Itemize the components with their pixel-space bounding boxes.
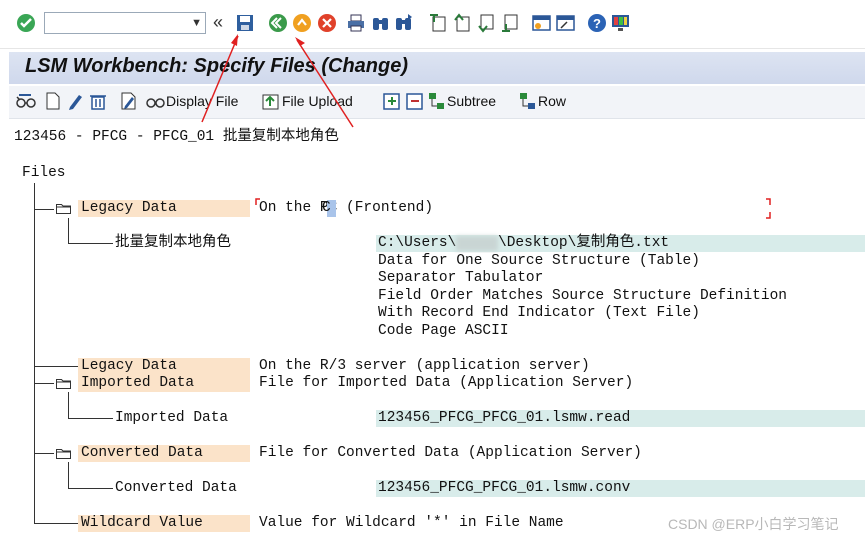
node-imported-data-desc: File for Imported Data (Application Serv… — [259, 375, 634, 391]
glasses-icon[interactable] — [16, 92, 36, 112]
expand-subtree-icon[interactable] — [383, 92, 401, 112]
file-prop-structure: Data for One Source Structure (Table) — [378, 253, 700, 269]
file-prop-code-page: Code Page ASCII — [378, 323, 509, 339]
find-icon[interactable] — [372, 13, 390, 33]
display-file-button[interactable]: Display File — [166, 93, 238, 109]
customize-layout-icon[interactable] — [611, 13, 629, 33]
first-page-icon[interactable] — [428, 13, 446, 33]
find-next-icon[interactable] — [395, 13, 413, 33]
node-legacy-data-server-desc: On the R/3 server (application server) — [259, 358, 590, 374]
subtree-icon[interactable] — [428, 92, 446, 112]
last-page-icon[interactable] — [500, 13, 518, 33]
system-toolbar: ▼ « ? — [0, 0, 865, 49]
tree-connector — [34, 209, 54, 210]
red-marker — [255, 198, 260, 205]
tree-line — [68, 392, 69, 418]
watermark: CSDN @ERP小白学习笔记 — [668, 516, 839, 532]
file-prop-separator: Separator Tabulator — [378, 270, 544, 286]
node-converted-data-desc: File for Converted Data (Application Ser… — [259, 445, 642, 461]
object-header: 123456 - PFCG - PFCG_01 批量复制本地角色 — [14, 129, 339, 145]
subtree-button[interactable]: Subtree — [447, 93, 496, 109]
svg-text:?: ? — [593, 16, 601, 31]
tree-line-root — [34, 183, 35, 523]
pencil-icon[interactable] — [67, 92, 85, 112]
folder-icon[interactable] — [56, 203, 71, 214]
previous-page-icon[interactable] — [452, 13, 470, 33]
file-prop-record-end: With Record End Indicator (Text File) — [378, 305, 700, 321]
chevron-down-icon[interactable]: ▼ — [191, 13, 202, 33]
tree-connector — [34, 383, 54, 384]
back-icon[interactable] — [268, 13, 287, 33]
file-upload-button[interactable]: File Upload — [282, 93, 353, 109]
delete-icon[interactable] — [89, 92, 107, 112]
node-legacy-data-server[interactable]: Legacy Data — [81, 358, 177, 375]
tree-line — [68, 462, 69, 488]
node-imported-data[interactable]: Imported Data — [81, 375, 194, 392]
tree-connector — [68, 418, 113, 419]
exit-icon[interactable] — [292, 13, 311, 33]
tree-line — [68, 218, 69, 243]
collapse-toolbar-button[interactable]: « — [213, 12, 223, 33]
node-converted-data-file[interactable]: Converted Data — [115, 480, 237, 497]
row-icon[interactable] — [519, 92, 537, 112]
display-file-icon[interactable] — [146, 92, 165, 112]
red-marker — [766, 198, 771, 205]
next-page-icon[interactable] — [476, 13, 494, 33]
create-session-icon[interactable] — [532, 13, 551, 33]
node-legacy-data-pc[interactable]: Legacy Data — [81, 200, 177, 217]
folder-icon[interactable] — [56, 448, 71, 459]
page-title: LSM Workbench: Specify Files (Change) — [25, 55, 409, 77]
node-wildcard-value-desc: Value for Wildcard '*' in File Name — [259, 515, 564, 531]
cancel-icon[interactable] — [317, 13, 336, 33]
converted-file-name: 123456_PFCG_PFCG_01.lsmw.conv — [378, 480, 631, 496]
node-legacy-data-pc-desc: On the PC (Frontend) — [259, 200, 434, 216]
enter-icon[interactable] — [16, 13, 35, 33]
node-converted-data[interactable]: Converted Data — [81, 445, 203, 462]
file-upload-icon[interactable] — [262, 92, 280, 112]
edit-document-icon[interactable] — [120, 92, 138, 112]
file-prop-field-order: Field Order Matches Source Structure Def… — [378, 288, 787, 304]
help-icon[interactable]: ? — [587, 13, 606, 33]
tree-connector — [34, 453, 54, 454]
tree-connector — [68, 243, 113, 244]
save-icon[interactable] — [236, 13, 254, 33]
tree-connector — [34, 523, 80, 524]
node-wildcard-value[interactable]: Wildcard Value — [81, 515, 203, 532]
row-button[interactable]: Row — [538, 93, 566, 109]
create-icon[interactable] — [45, 92, 63, 112]
tree-connector — [34, 366, 80, 367]
node-imported-data-file[interactable]: Imported Data — [115, 410, 228, 427]
local-file-path: C:\Users\ — [378, 235, 457, 251]
red-marker — [766, 212, 771, 219]
folder-icon[interactable] — [56, 378, 71, 389]
command-field[interactable]: ▼ — [44, 12, 206, 34]
redacted-username — [456, 236, 498, 251]
collapse-subtree-icon[interactable] — [406, 92, 424, 112]
selection-letter: C — [322, 200, 331, 216]
print-icon[interactable] — [347, 13, 365, 33]
node-local-file[interactable]: 批量复制本地角色 — [115, 235, 231, 252]
shortcut-icon[interactable] — [556, 13, 575, 33]
screen-title-bar: LSM Workbench: Specify Files (Change) — [9, 52, 865, 84]
imported-file-name: 123456_PFCG_PFCG_01.lsmw.read — [378, 410, 631, 426]
tree-root-files[interactable]: Files — [22, 165, 66, 182]
tree-connector — [68, 488, 113, 489]
local-file-path-rest: \Desktop\复制角色.txt — [498, 235, 670, 251]
